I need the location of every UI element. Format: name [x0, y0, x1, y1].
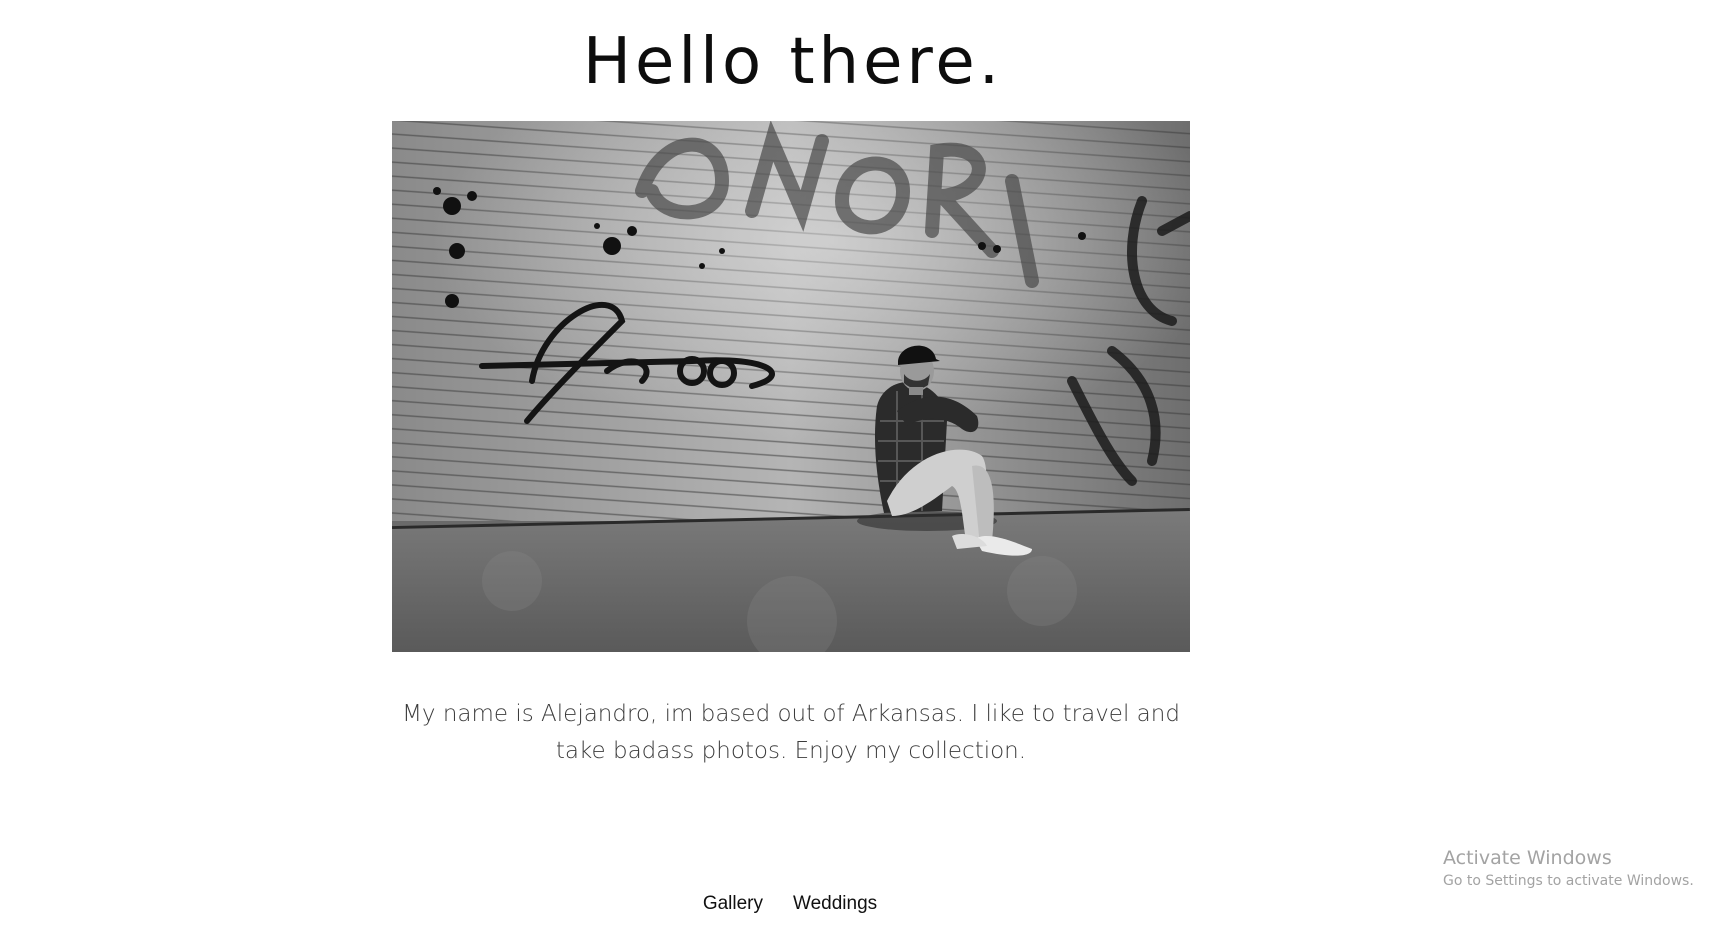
watermark-title: Activate Windows: [1443, 847, 1612, 869]
watermark-subtitle: Go to Settings to activate Windows.: [1443, 873, 1694, 889]
footer-nav: Gallery Weddings: [0, 893, 1580, 915]
bio-text: My name is Alejandro, im based out of Ar…: [402, 701, 1180, 764]
page-title: Hello there.: [582, 25, 1004, 99]
hero-photo-image: [392, 121, 1190, 652]
nav-link-gallery[interactable]: Gallery: [703, 893, 763, 915]
activate-windows-watermark: Activate Windows Go to Settings to activ…: [1443, 846, 1694, 892]
nav-link-weddings[interactable]: Weddings: [793, 893, 877, 915]
hero-photo: [392, 121, 1190, 652]
